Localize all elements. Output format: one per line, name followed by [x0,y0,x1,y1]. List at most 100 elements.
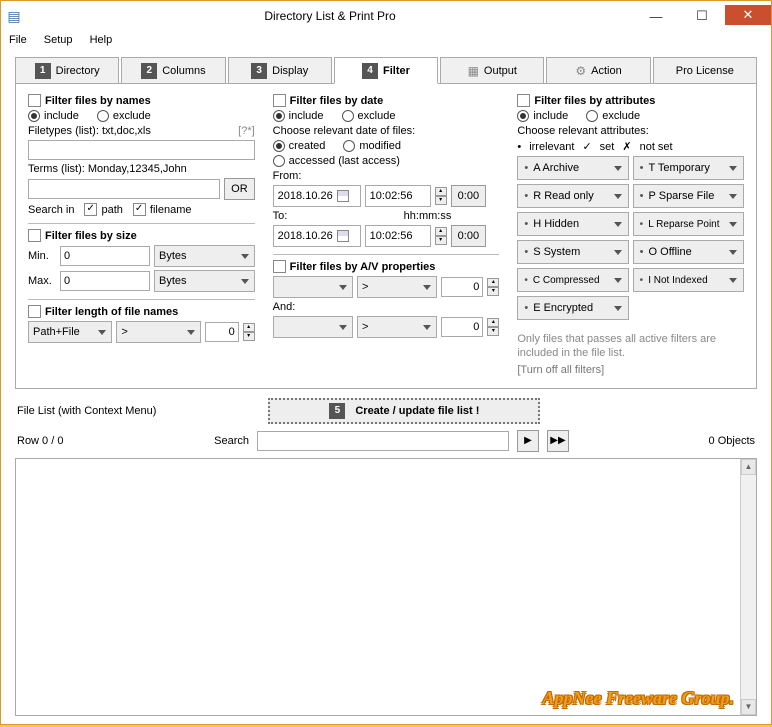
to-time-spin[interactable]: ▴▾ [435,227,447,245]
attr-exclude-radio[interactable] [586,110,598,122]
min-unit-combo[interactable]: Bytes [154,245,255,267]
terms-input[interactable] [28,179,220,199]
calendar-icon[interactable] [337,230,349,242]
attr-system[interactable]: S System [517,240,628,264]
window-title: Directory List & Print Pro [27,9,633,23]
length-combo[interactable]: Path+File [28,321,112,343]
av-val1-input[interactable] [441,277,483,297]
filelist-label: File List (with Context Menu) [17,405,156,417]
fast-forward-button[interactable]: ▶▶ [547,430,569,452]
date-exclude-radio[interactable] [342,110,354,122]
attr-include-radio[interactable] [517,110,529,122]
filter-av-checkbox[interactable] [273,260,286,273]
filter-av-label: Filter files by A/V properties [290,261,436,273]
search-input[interactable] [257,431,509,451]
and-label: And: [273,301,500,313]
tab-directory[interactable]: 1Directory [15,57,119,84]
attr-compressed[interactable]: C Compressed [517,268,628,292]
maximize-button[interactable]: ☐ [679,5,725,27]
min-input[interactable] [60,246,150,266]
menu-setup[interactable]: Setup [44,34,73,46]
max-input[interactable] [60,271,150,291]
turnoff-link[interactable]: [Turn off all filters] [517,364,744,376]
to-date-input[interactable]: 2018.10.26 [273,225,361,247]
filter-date-label: Filter files by date [290,95,384,107]
terms-label: Terms (list): Monday,12345,John [28,163,255,175]
length-op-combo[interactable]: > [116,321,200,343]
to-zero-button[interactable]: 0:00 [451,225,486,247]
from-label: From: [273,170,500,182]
from-date-input[interactable]: 2018.10.26 [273,185,361,207]
scrollbar[interactable]: ▲ ▼ [740,459,756,715]
gear-icon: ⚙ [575,64,586,78]
attr-offline[interactable]: O Offline [633,240,744,264]
date-include-radio[interactable] [273,110,285,122]
filetypes-input[interactable] [28,140,255,160]
calendar-icon[interactable] [337,190,349,202]
attr-readonly[interactable]: R Read only [517,184,628,208]
names-include-radio[interactable] [28,110,40,122]
tab-license[interactable]: Pro License [653,57,757,84]
attr-hidden[interactable]: H Hidden [517,212,628,236]
filter-hint: Only files that passes all active filter… [517,332,744,361]
app-icon: ▤ [1,8,27,25]
av-prop1-combo[interactable] [273,276,353,298]
filter-length-label: Filter length of file names [45,306,178,318]
attr-reparse[interactable]: L Reparse Point [633,212,744,236]
or-button[interactable]: OR [224,178,255,200]
av-spin1[interactable]: ▴▾ [487,278,499,296]
av-spin2[interactable]: ▴▾ [487,318,499,336]
attr-sparse[interactable]: P Sparse File [633,184,744,208]
filetypes-label: Filetypes (list): txt,doc,xls [28,125,151,137]
filter-attr-checkbox[interactable] [517,94,530,107]
tab-output[interactable]: ▦Output [440,57,544,84]
create-list-button[interactable]: 5 Create / update file list ! [268,398,540,424]
av-op2-combo[interactable]: > [357,316,437,338]
tab-display[interactable]: 3Display [228,57,332,84]
to-time-input[interactable]: 10:02:56 [365,225,431,247]
watermark: AppNee Freeware Group. [543,688,735,709]
attr-encrypted[interactable]: E Encrypted [517,296,628,320]
filter-size-checkbox[interactable] [28,229,41,242]
attr-temporary[interactable]: T Temporary [633,156,744,180]
scroll-down-icon[interactable]: ▼ [741,699,756,715]
minimize-button[interactable]: — [633,5,679,27]
page-icon: ▦ [468,64,479,78]
attr-archive[interactable]: A Archive [517,156,628,180]
attr-notindexed[interactable]: I Not Indexed [633,268,744,292]
filter-names-checkbox[interactable] [28,94,41,107]
from-time-input[interactable]: 10:02:56 [365,185,431,207]
tab-action[interactable]: ⚙Action [546,57,650,84]
av-prop2-combo[interactable] [273,316,353,338]
close-button[interactable]: ✕ [725,5,771,25]
tab-filter[interactable]: 4Filter [334,57,438,84]
from-zero-button[interactable]: 0:00 [451,185,486,207]
created-radio[interactable] [273,140,285,152]
menu-help[interactable]: Help [90,34,113,46]
filter-date-checkbox[interactable] [273,94,286,107]
file-list-area[interactable]: ▲ ▼ AppNee Freeware Group. [15,458,757,716]
row-counter: Row 0 / 0 [17,435,117,447]
play-button[interactable]: ▶ [517,430,539,452]
filename-checkbox[interactable] [133,203,146,216]
filter-attr-label: Filter files by attributes [534,95,655,107]
choose-attr-label: Choose relevant attributes: [517,125,744,137]
filter-length-checkbox[interactable] [28,305,41,318]
scroll-up-icon[interactable]: ▲ [741,459,756,475]
accessed-radio[interactable] [273,155,285,167]
path-checkbox[interactable] [84,203,97,216]
menu-file[interactable]: File [9,34,27,46]
to-label: To: [273,210,288,222]
length-val-input[interactable] [205,322,239,342]
max-unit-combo[interactable]: Bytes [154,270,255,292]
tab-columns[interactable]: 2Columns [121,57,225,84]
length-spin[interactable]: ▴▾ [243,323,255,341]
from-time-spin[interactable]: ▴▾ [435,187,447,205]
av-op1-combo[interactable]: > [357,276,437,298]
filter-size-label: Filter files by size [45,230,137,242]
modified-radio[interactable] [343,140,355,152]
searchin-label: Search in [28,204,74,216]
av-val2-input[interactable] [441,317,483,337]
choose-date-label: Choose relevant date of files: [273,125,500,137]
names-exclude-radio[interactable] [97,110,109,122]
